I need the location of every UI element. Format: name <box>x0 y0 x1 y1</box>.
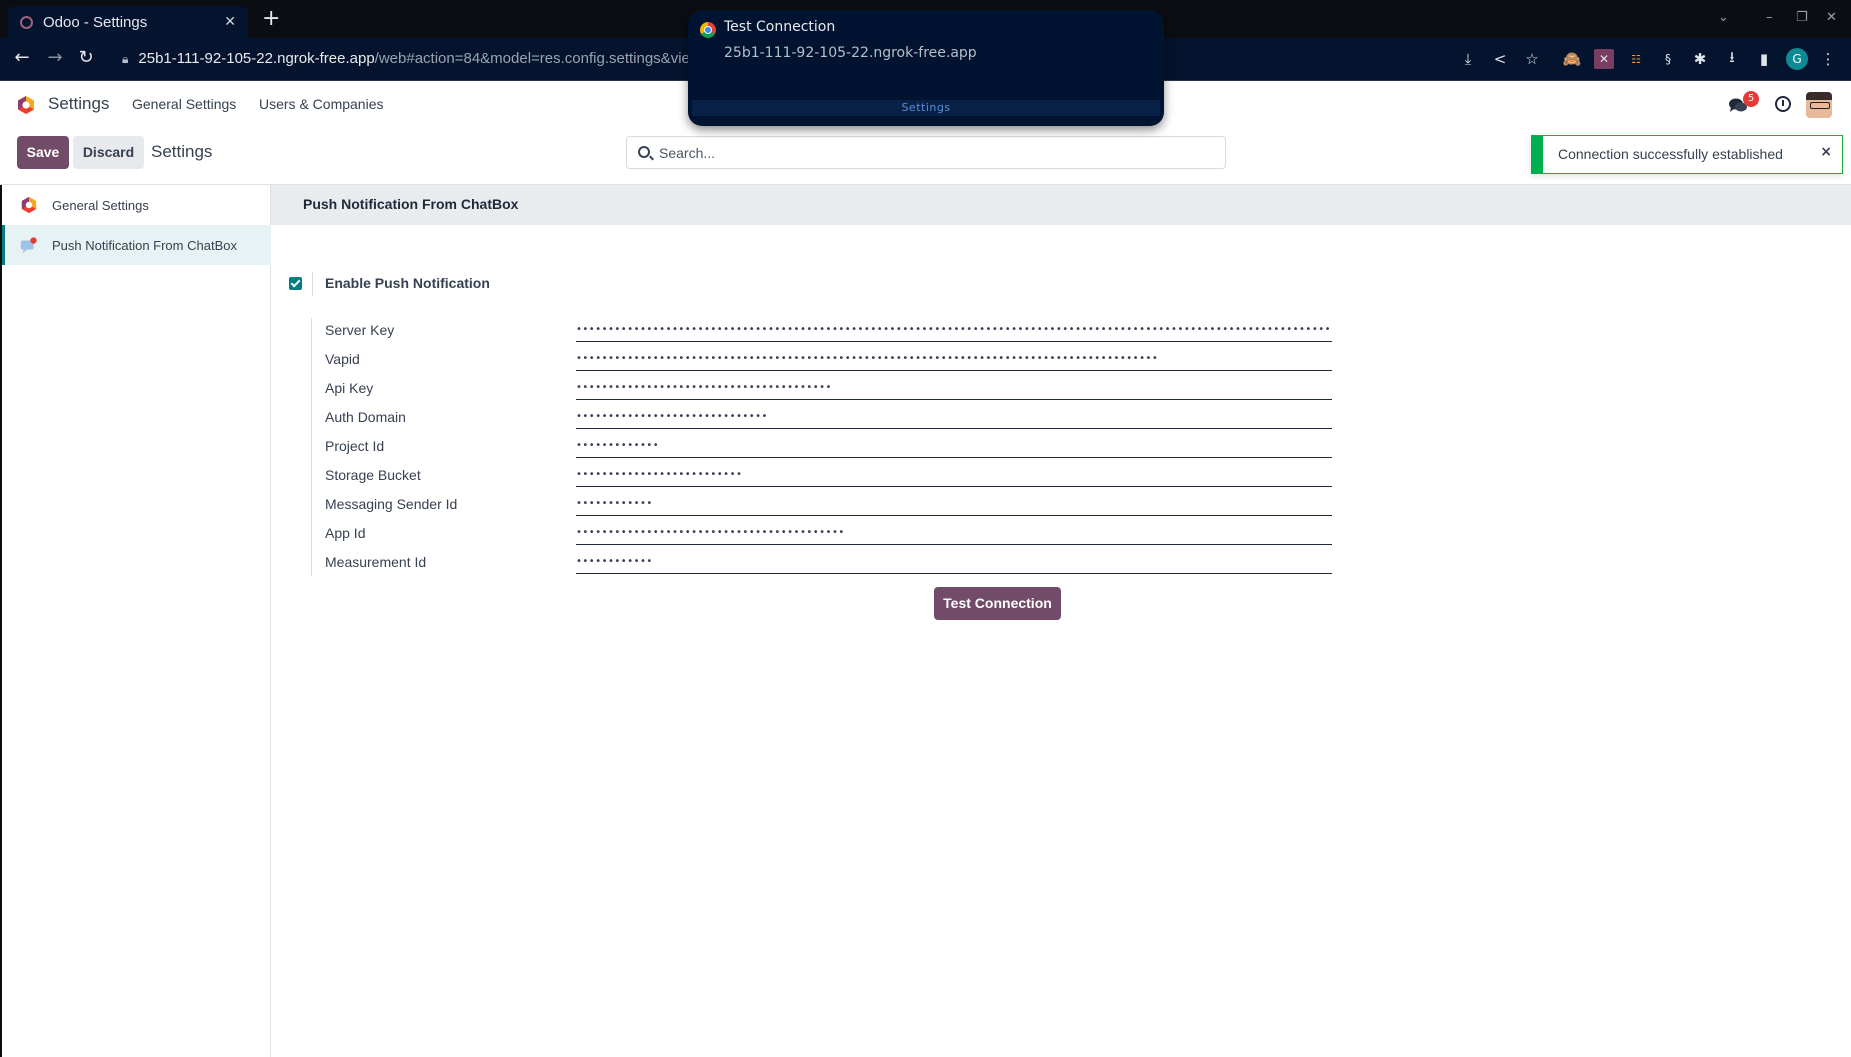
extension-monkey-icon[interactable]: 🙈 <box>1562 49 1582 69</box>
menu-users-companies[interactable]: Users & Companies <box>259 96 384 112</box>
install-app-icon[interactable]: ⤓ <box>1458 49 1478 69</box>
field-messaging-sender-id: Messaging Sender Id <box>325 492 1335 521</box>
field-measurement-id: Measurement Id <box>325 550 1335 579</box>
chrome-icon <box>700 22 716 38</box>
search-box[interactable] <box>626 136 1226 169</box>
new-tab-icon[interactable]: + <box>262 8 280 30</box>
downloads-icon[interactable]: ⭳ <box>1722 48 1742 69</box>
lock-icon: 🔒︎ <box>122 52 129 66</box>
extension-team-icon[interactable]: ☷ <box>1626 49 1646 69</box>
menu-general-settings[interactable]: General Settings <box>132 96 236 112</box>
project-id-input[interactable] <box>576 434 1332 458</box>
search-icon <box>638 146 650 158</box>
success-toast: Connection successfully established × <box>1531 135 1843 174</box>
sidebar-item-label: General Settings <box>52 197 149 213</box>
forward-icon[interactable]: → <box>43 47 67 68</box>
close-window-icon[interactable]: ✕ <box>1826 10 1837 25</box>
tab-title: Odoo - Settings <box>43 13 148 31</box>
messaging-sender-id-input[interactable] <box>576 492 1332 516</box>
odoo-favicon-icon <box>20 15 33 29</box>
notification-body: 25b1-111-92-105-22.ngrok-free.app <box>724 45 977 61</box>
app-name[interactable]: Settings <box>48 94 109 114</box>
settings-sidebar: General Settings Push Notification From … <box>0 185 271 1057</box>
maximize-icon[interactable]: ❐ <box>1796 10 1808 25</box>
minimize-icon[interactable]: – <box>1766 10 1773 25</box>
storage-bucket-input[interactable] <box>576 463 1332 487</box>
extension-tools-icon[interactable]: ✕ <box>1594 49 1614 69</box>
measurement-id-input[interactable] <box>576 550 1332 574</box>
section-title: Push Notification From ChatBox <box>303 196 519 212</box>
address-bar[interactable]: 🔒︎ 25b1-111-92-105-22.ngrok-free.app/web#… <box>122 50 709 67</box>
save-button[interactable]: Save <box>17 136 69 169</box>
chat-badge: 5 <box>1743 91 1759 107</box>
activity-clock-icon[interactable] <box>1775 96 1791 112</box>
field-auth-domain: Auth Domain <box>325 405 1335 434</box>
browser-tab[interactable]: Odoo - Settings ✕ <box>8 6 248 38</box>
field-label: App Id <box>325 525 366 541</box>
setting-divider <box>312 272 313 296</box>
toast-close-icon[interactable]: × <box>1820 144 1832 160</box>
server-key-input[interactable] <box>576 318 1332 342</box>
extensions-puzzle-icon[interactable]: ✱ <box>1690 49 1710 69</box>
share-icon[interactable]: < <box>1490 49 1510 69</box>
test-connection-button[interactable]: Test Connection <box>934 587 1061 620</box>
breadcrumb-title: Settings <box>151 142 213 161</box>
side-panel-icon[interactable]: ▮ <box>1754 49 1774 69</box>
url-path: /web#action=84&model=res.config.settings… <box>374 50 710 67</box>
browser-menu-icon[interactable]: ⋮ <box>1818 49 1838 69</box>
field-label: Messaging Sender Id <box>325 496 458 512</box>
sidebar-item-push-notification[interactable]: Push Notification From ChatBox <box>2 225 271 265</box>
field-app-id: App Id <box>325 521 1335 550</box>
bookmark-star-icon[interactable]: ☆ <box>1522 49 1542 69</box>
url-host: 25b1-111-92-105-22.ngrok-free.app <box>138 50 375 67</box>
settings-app-icon[interactable] <box>16 95 36 115</box>
toast-message: Connection successfully established <box>1558 146 1783 162</box>
enable-push-notification-label[interactable]: Enable Push Notification <box>325 275 490 291</box>
field-label: Server Key <box>325 322 395 338</box>
discard-button[interactable]: Discard <box>73 136 144 169</box>
fields-divider <box>311 318 312 576</box>
notification-settings-button[interactable]: Settings <box>692 100 1160 116</box>
vapid-input[interactable] <box>576 347 1332 371</box>
app-id-input[interactable] <box>576 521 1332 545</box>
profile-avatar[interactable]: G <box>1786 48 1808 70</box>
field-label: Vapid <box>325 351 360 367</box>
section-header: Push Notification From ChatBox <box>271 185 1851 225</box>
field-label: Api Key <box>325 380 374 396</box>
reload-icon[interactable]: ↻ <box>74 47 98 68</box>
sidebar-item-label: Push Notification From ChatBox <box>52 237 237 253</box>
back-icon[interactable]: ← <box>10 47 34 68</box>
field-label: Storage Bucket <box>325 467 421 483</box>
field-label: Project Id <box>325 438 385 454</box>
field-label: Measurement Id <box>325 554 427 570</box>
extension-s-icon[interactable]: § <box>1658 49 1678 69</box>
field-api-key: Api Key <box>325 376 1335 405</box>
tab-search-icon[interactable]: ⌄ <box>1718 10 1729 25</box>
api-key-input[interactable] <box>576 376 1332 400</box>
field-project-id: Project Id <box>325 434 1335 463</box>
field-server-key: Server Key <box>325 318 1335 347</box>
desktop-notification[interactable]: Test Connection 25b1-111-92-105-22.ngrok… <box>688 10 1164 126</box>
user-avatar[interactable] <box>1806 92 1832 118</box>
push-notification-icon <box>20 237 37 254</box>
enable-push-notification-checkbox[interactable] <box>289 277 302 290</box>
search-input[interactable] <box>659 137 1209 168</box>
tab-close-icon[interactable]: ✕ <box>224 14 236 30</box>
field-vapid: Vapid <box>325 347 1335 376</box>
general-settings-icon <box>21 196 37 214</box>
notification-title: Test Connection <box>724 19 836 35</box>
sidebar-item-general-settings[interactable]: General Settings <box>2 185 271 225</box>
field-label: Auth Domain <box>325 409 406 425</box>
auth-domain-input[interactable] <box>576 405 1332 429</box>
field-storage-bucket: Storage Bucket <box>325 463 1335 492</box>
